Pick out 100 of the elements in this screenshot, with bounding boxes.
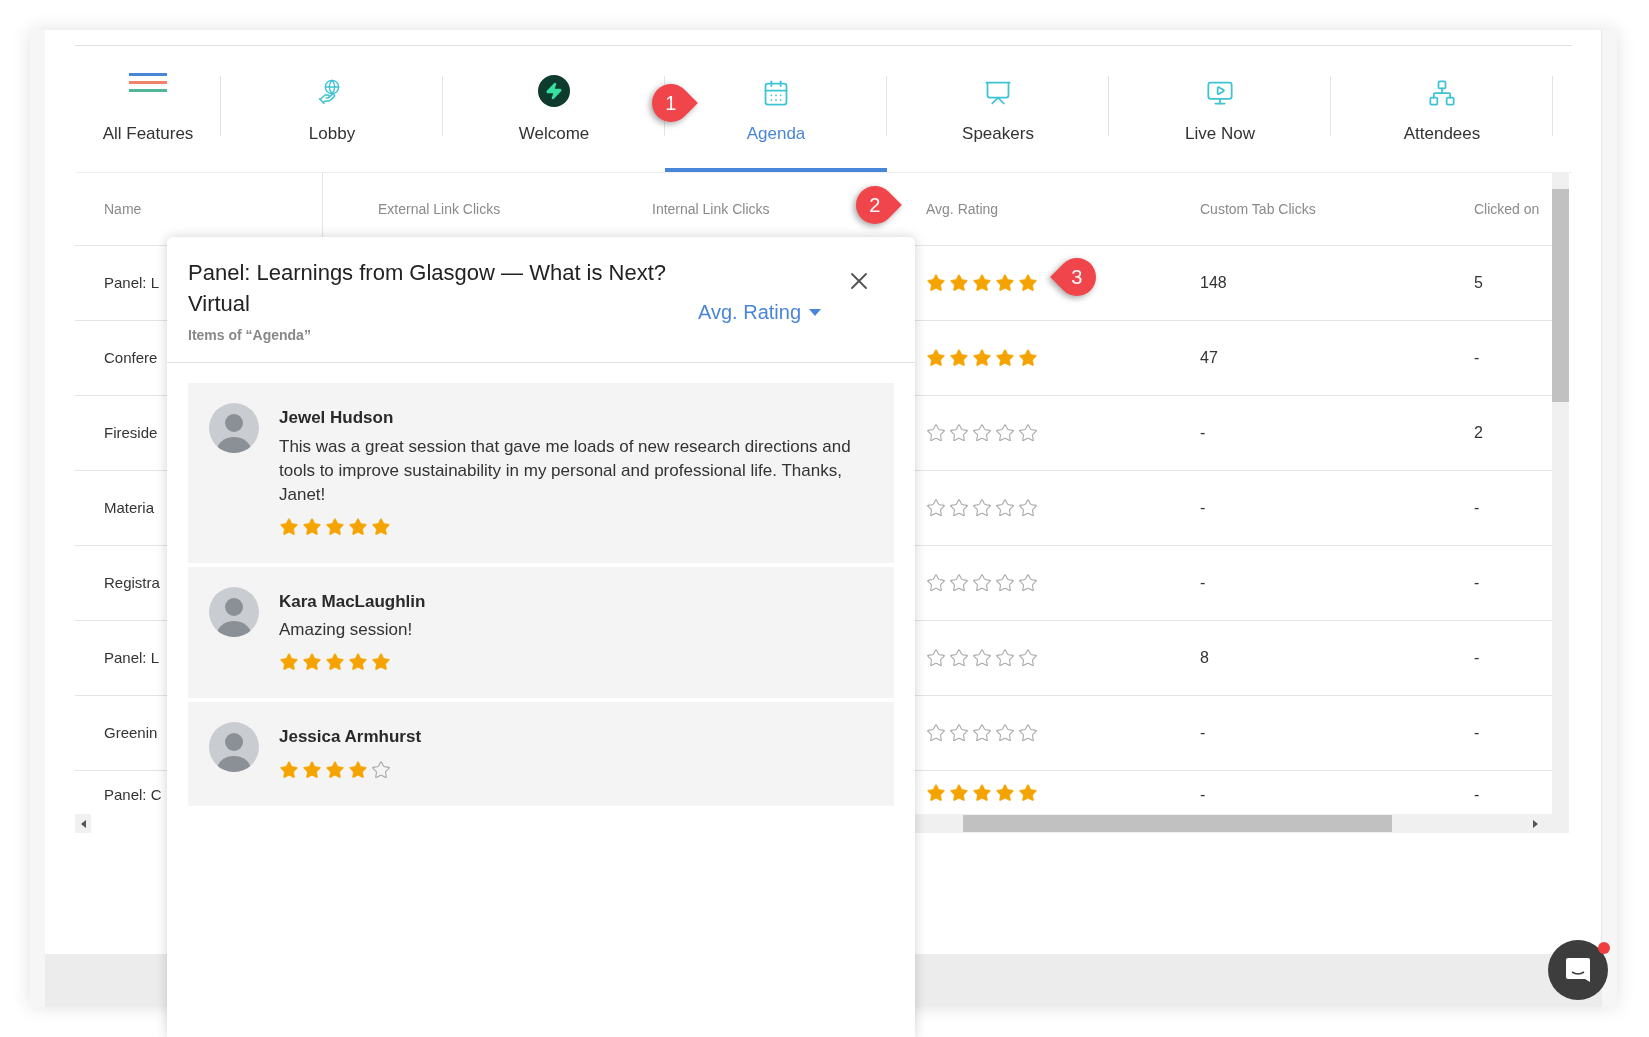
filled-star-icon (325, 516, 345, 537)
filled-star-icon (279, 759, 299, 780)
empty-star-icon (1018, 573, 1038, 593)
filled-star-icon (995, 348, 1015, 368)
table-cell: - (1200, 724, 1206, 741)
empty-star-icon (371, 759, 391, 780)
table-cell: - (1474, 349, 1480, 366)
table-cell: 47 (1200, 349, 1218, 366)
column-header: Internal Link Clicks (652, 199, 770, 219)
right-arrow-icon[interactable] (1533, 819, 1538, 828)
empty-star-icon (1018, 498, 1038, 518)
sort-dropdown[interactable]: Avg. Rating (698, 297, 822, 327)
filled-star-icon (972, 273, 992, 293)
empty-star-icon (972, 423, 992, 443)
filled-star-icon (1018, 348, 1038, 368)
empty-star-icon (995, 423, 1015, 443)
filled-star-icon (348, 516, 368, 537)
filled-star-icon (302, 652, 322, 672)
empty-star-icon (949, 423, 969, 443)
review-text: This was a great session that gave me loads of new research directions and tools to improve sustainability in my personal and professional life. Thanks, Janet! (279, 435, 852, 506)
table-cell: 148 (1200, 274, 1227, 291)
empty-star-icon (995, 573, 1015, 593)
filled-star-icon (972, 783, 992, 803)
chat-bubble-icon (1565, 957, 1591, 983)
filled-star-icon (371, 652, 391, 672)
table-cell: - (1474, 786, 1480, 803)
empty-star-icon (949, 573, 969, 593)
filled-star-icon (949, 273, 969, 293)
table-cell: - (1200, 424, 1206, 441)
feature-tab[interactable]: Attendees (1331, 56, 1553, 172)
column-header: Custom Tab Clicks (1200, 199, 1316, 219)
table-cell: - (1474, 574, 1480, 591)
column-header: Avg. Rating (926, 199, 999, 219)
empty-star-icon (926, 498, 946, 518)
table-cell: Confere (104, 349, 158, 366)
avatar-icon (209, 403, 259, 453)
table-cell: 8 (1200, 649, 1209, 666)
empty-star-icon (949, 648, 969, 668)
filled-star-icon (1018, 273, 1038, 293)
table-cell: Panel: C (104, 786, 162, 803)
left-arrow-icon (80, 819, 86, 828)
reviewer-name: Kara MacLaughlin (279, 590, 426, 613)
filled-star-icon (995, 273, 1015, 293)
filled-star-icon (302, 759, 322, 780)
filled-star-icon (279, 652, 299, 672)
filled-star-icon (348, 652, 368, 672)
filled-star-icon (1018, 783, 1038, 803)
table-cell: - (1474, 499, 1480, 516)
scroll-left-button[interactable] (75, 814, 91, 833)
empty-star-icon (926, 423, 946, 443)
filled-star-icon (972, 348, 992, 368)
empty-star-icon (1018, 648, 1038, 668)
empty-star-icon (995, 498, 1015, 518)
empty-star-icon (949, 723, 969, 743)
empty-star-icon (972, 573, 992, 593)
calendar-icon (762, 78, 790, 107)
avatar-icon (209, 586, 259, 637)
table-cell: Fireside (104, 424, 158, 441)
table-cell: Panel: L (104, 649, 160, 666)
table-cell: Panel: L (104, 274, 160, 291)
table-cell: Greenin (104, 724, 158, 741)
filled-star-icon (926, 348, 946, 368)
empty-star-icon (926, 723, 946, 743)
table-cell: 2 (1474, 424, 1483, 441)
empty-star-icon (926, 648, 946, 668)
horizontal-scrollbar[interactable] (915, 814, 1552, 833)
filled-star-icon (348, 759, 368, 780)
table-cell: - (1200, 574, 1206, 591)
table-cell: Materia (104, 499, 155, 516)
empty-star-icon (972, 723, 992, 743)
table-cell: Registra (104, 574, 160, 591)
filled-star-icon (371, 516, 391, 537)
features-icon (129, 72, 167, 93)
caret-icon (809, 308, 822, 316)
feature-tab[interactable]: All Features (75, 56, 221, 172)
column-header: Clicked on (1474, 199, 1540, 219)
table-cell: - (1200, 499, 1206, 516)
filled-star-icon (279, 516, 299, 537)
filled-star-icon (926, 783, 946, 803)
empty-star-icon (995, 723, 1015, 743)
empty-star-icon (949, 498, 969, 518)
filled-star-icon (949, 783, 969, 803)
filled-star-icon (325, 759, 345, 780)
feature-tab[interactable]: Live Now (1109, 56, 1331, 172)
filled-star-icon (325, 652, 345, 672)
empty-star-icon (972, 498, 992, 518)
empty-star-icon (972, 648, 992, 668)
column-header: Name (104, 199, 142, 219)
empty-star-icon (995, 648, 1015, 668)
table-cell: - (1474, 649, 1480, 666)
empty-star-icon (1018, 723, 1038, 743)
feature-tab[interactable]: Lobby (221, 56, 443, 172)
avatar-icon (209, 722, 259, 772)
filled-star-icon (995, 783, 1015, 803)
column-header: External Link Clicks (378, 199, 501, 219)
reviewer-name: Jewel Hudson (279, 407, 395, 429)
vertical-scrollbar[interactable] (1552, 173, 1569, 833)
empty-star-icon (926, 573, 946, 593)
feature-tab[interactable]: Speakers (887, 56, 1109, 172)
table-cell: - (1200, 786, 1206, 803)
